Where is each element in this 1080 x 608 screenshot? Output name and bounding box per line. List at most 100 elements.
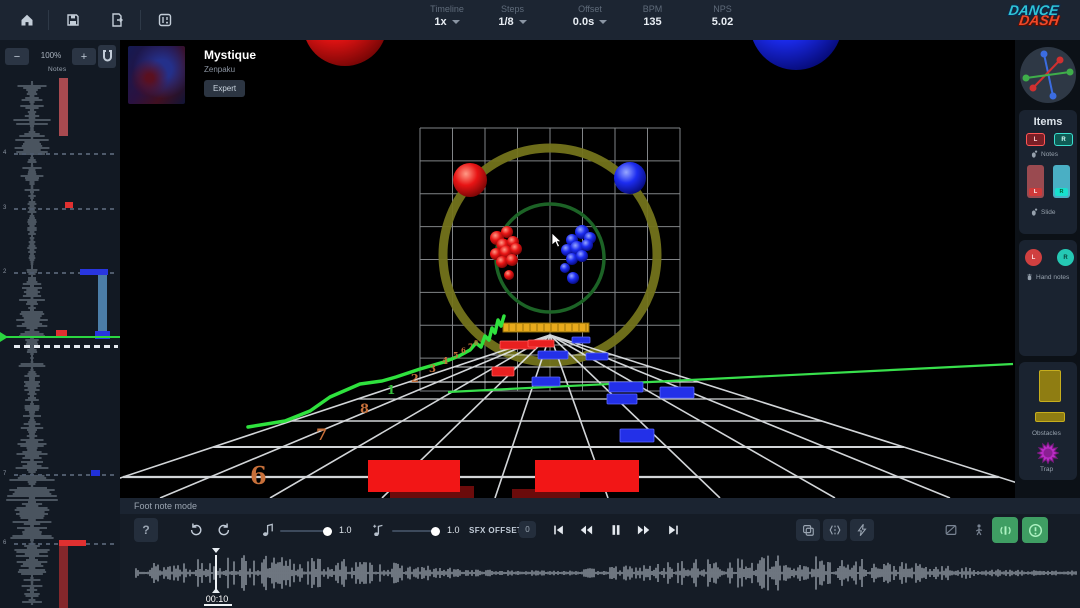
trap-button[interactable] (1037, 442, 1059, 464)
timeline-playhead[interactable] (0, 336, 120, 338)
mini-red-note[interactable] (65, 202, 73, 208)
toolbar-divider (140, 10, 141, 30)
chevron-down-icon (599, 20, 607, 24)
offset-dropdown[interactable]: Offset 0.0s (560, 4, 620, 28)
sfx-volume-knob[interactable] (431, 527, 440, 536)
chevron-down-icon (519, 20, 527, 24)
export-button[interactable] (104, 8, 130, 32)
audio-waveform-strip[interactable] (134, 552, 1080, 594)
low-obstacle-button[interactable] (1035, 412, 1065, 422)
skip-to-end-button[interactable] (663, 520, 683, 540)
right-slide-button[interactable]: R (1053, 165, 1070, 198)
dancer-icon (972, 523, 986, 537)
zoom-out-button[interactable]: − (5, 48, 29, 65)
time-underline (204, 604, 232, 606)
alert-icon (1028, 523, 1043, 538)
slide-item-label: Slide (1031, 208, 1055, 216)
bpm-readout: BPM 135 (630, 4, 675, 28)
difficulty-badge[interactable]: Expert (204, 80, 245, 97)
effects-button[interactable] (850, 519, 874, 541)
skip-start-icon (551, 523, 566, 537)
foot-icon (1031, 208, 1038, 216)
vertical-audio-waveform[interactable] (0, 78, 120, 608)
right-note-button[interactable]: R (1054, 133, 1073, 146)
timeline-value: 1x (434, 16, 446, 28)
waveform-playhead[interactable] (215, 555, 217, 591)
mixer-button[interactable] (152, 8, 178, 32)
left-note-button[interactable]: L (1026, 133, 1045, 146)
ruler-number: 6 (3, 540, 6, 546)
skip-to-start-button[interactable] (548, 520, 568, 540)
offset-value: 0.0s (573, 16, 594, 28)
toggle-background-button[interactable] (940, 519, 962, 541)
bpm-value: 135 (643, 16, 661, 28)
notes-item-label: Notes (1031, 150, 1058, 158)
hand-note-sphere (614, 162, 646, 194)
rewind-button[interactable] (576, 520, 596, 540)
timeline-sidebar: − 100% + Notes 4 3 2 7 6 (0, 40, 120, 608)
hand-note-sphere (303, 40, 387, 66)
zoom-in-button[interactable]: + (72, 48, 96, 65)
mouse-cursor (552, 233, 561, 247)
redo-button[interactable] (212, 520, 236, 540)
hand-notes-panel: L R Hand notes (1019, 240, 1077, 356)
home-button[interactable] (14, 8, 40, 32)
copy-button[interactable] (796, 519, 820, 541)
music-volume-slider[interactable] (280, 530, 328, 532)
blue-notes[interactable] (532, 337, 694, 442)
trap-icon (1037, 442, 1059, 464)
music-volume-knob[interactable] (323, 527, 332, 536)
song-title: Mystique (204, 48, 256, 62)
save-button[interactable] (60, 8, 86, 32)
blue-note (586, 353, 608, 360)
left-slide-button[interactable]: L (1027, 165, 1044, 198)
timeline-label: Timeline (430, 4, 464, 14)
fast-forward-button[interactable] (634, 520, 654, 540)
items-sidebar: Items L R Notes L R Slide L R Hand notes… (1015, 40, 1080, 498)
items-panel-title: Items (1019, 110, 1077, 128)
toggle-dancer-button[interactable] (968, 519, 990, 541)
sfx-offset-value-box[interactable]: 0 (519, 521, 536, 538)
mini-blue-note[interactable] (91, 470, 100, 476)
ruler-number: 2 (3, 269, 6, 275)
hand-note-sphere (750, 40, 842, 70)
left-hand-note-button[interactable]: L (1025, 249, 1042, 266)
status-strip: Foot note mode (120, 498, 1080, 514)
red-pad-note (368, 460, 460, 492)
undo-button[interactable] (184, 520, 208, 540)
blue-note (538, 351, 568, 359)
rewind-icon (578, 523, 594, 537)
mini-blue-slide-body[interactable] (98, 275, 107, 335)
note-density-bar (59, 78, 68, 136)
warnings-toggle-button[interactable] (1022, 517, 1048, 543)
pause-button[interactable] (606, 520, 626, 540)
hand-note-spheres[interactable] (303, 40, 842, 284)
nps-graph-line (248, 316, 504, 427)
wall-obstacle-button[interactable] (1039, 370, 1061, 402)
zoom-level: 100% (30, 51, 72, 60)
logo-line2: DASH (1018, 14, 1072, 27)
foot-icon (1031, 150, 1038, 158)
items-panel: Items L R Notes L R Slide (1019, 110, 1077, 234)
measure-line (14, 345, 118, 348)
timeline-speed-dropdown[interactable]: Timeline 1x (415, 4, 479, 28)
right-hand-note-button[interactable]: R (1057, 249, 1074, 266)
red-pad-note (535, 460, 639, 492)
steps-dropdown[interactable]: Steps 1/8 (485, 4, 540, 28)
mirror-button[interactable] (823, 519, 847, 541)
music-note-icon (262, 523, 274, 537)
lightning-icon (855, 523, 869, 537)
mini-red-slide-body[interactable] (59, 546, 68, 608)
obstacle-note[interactable] (503, 323, 589, 332)
sfx-volume-slider[interactable] (392, 530, 436, 532)
orientation-gizmo[interactable] (1020, 47, 1076, 103)
music-volume-value: 1.0 (339, 525, 352, 535)
snap-magnet-button[interactable] (98, 45, 116, 68)
mixer-icon (157, 12, 173, 28)
editor-3d-viewport[interactable]: 67812345678 (120, 40, 1015, 498)
metronome-toggle-button[interactable] (992, 517, 1018, 543)
blue-note (660, 387, 694, 398)
magnet-icon (102, 50, 113, 63)
hand-note-sphere (504, 270, 514, 280)
help-button[interactable]: ? (134, 518, 158, 542)
